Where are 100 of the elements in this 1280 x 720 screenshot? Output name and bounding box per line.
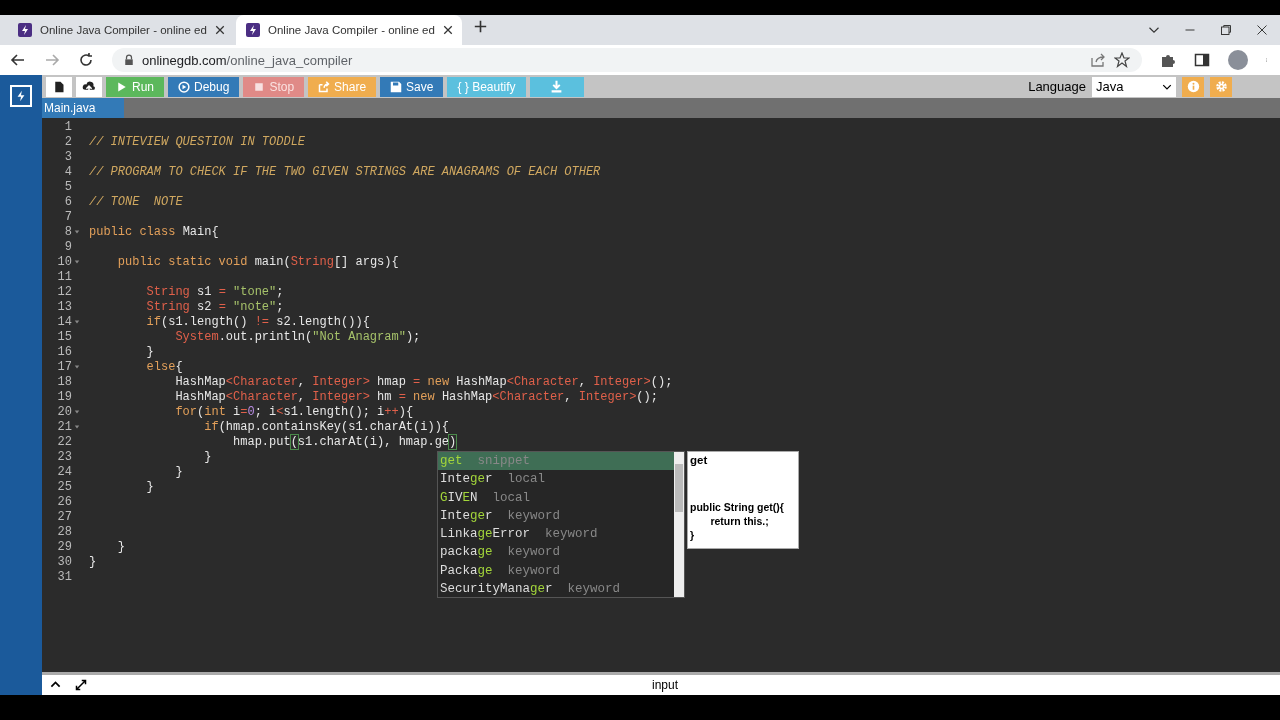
line-number: 28 [56, 525, 72, 540]
line-number: 5 [63, 180, 72, 195]
suggestion-item[interactable]: GIVEN local [438, 488, 674, 507]
code-line: // PROGRAM TO CHECK IF THE TWO GIVEN STRINGS ARE ANAGRAMS OF EACH OTHER [89, 165, 601, 180]
restore-icon[interactable] [1220, 22, 1232, 38]
line-number: 3 [63, 150, 72, 165]
fold-icon[interactable] [74, 229, 80, 235]
suggestion-item[interactable]: Integer keyword [438, 506, 674, 526]
play-icon [116, 80, 128, 93]
line-number: 13 [56, 300, 72, 315]
line-number: 6 [63, 195, 72, 210]
code-line: System.out.println("Not Anagram"); [174, 330, 421, 345]
new-tab-icon[interactable] [474, 19, 487, 33]
file-tab[interactable]: Main.java [42, 98, 124, 118]
address-bar[interactable]: onlinegdb.com/online_java_compiler [112, 48, 1142, 72]
close-icon[interactable] [442, 25, 453, 35]
line-number: 20 [56, 405, 72, 420]
file-icon [53, 79, 65, 94]
line-number: 19 [56, 390, 72, 405]
code-line: } [203, 450, 212, 465]
fold-icon[interactable] [74, 409, 80, 415]
language-select[interactable]: Java [1092, 76, 1176, 97]
line-number: 10 [56, 255, 72, 270]
info-icon [1186, 80, 1200, 93]
avatar[interactable] [1228, 50, 1248, 70]
url-text: onlinegdb.com/online_java_compiler [142, 52, 353, 68]
line-number: 30 [56, 555, 72, 570]
new-file-button[interactable] [46, 76, 72, 97]
suggestion-item[interactable]: SecurityManager keyword [438, 580, 674, 599]
reload-icon[interactable] [78, 52, 94, 68]
code-line: HashMap<Character, Integer> hmap = new HashMap<Character, Integer>(); [174, 375, 673, 390]
fold-icon[interactable] [74, 259, 80, 265]
logo-icon[interactable] [10, 85, 32, 107]
browser-tab[interactable]: Online Java Compiler - online ed [236, 15, 462, 45]
code-line: public static void main(String[] args){ [116, 255, 399, 270]
lightning-icon [246, 23, 260, 37]
chevron-up-icon[interactable] [50, 679, 61, 690]
toolbar-button[interactable]: Debug [168, 76, 240, 97]
code-line: else{ [145, 360, 183, 375]
expand-icon[interactable] [75, 679, 87, 691]
code-line: // INTEVIEW QUESTION IN TODDLE [89, 135, 306, 150]
lightning-icon [18, 23, 32, 37]
toolbar-button[interactable]: Save [380, 76, 444, 97]
line-number: 1 [63, 120, 72, 135]
line-number: 17 [56, 360, 72, 375]
side-panel-icon[interactable] [1194, 52, 1210, 68]
line-number: 25 [56, 480, 72, 495]
scrollbar[interactable] [674, 452, 684, 597]
line-number: 31 [56, 570, 72, 585]
fold-icon[interactable] [74, 424, 80, 430]
suggestion-item[interactable]: package keyword [438, 543, 674, 562]
line-number: 26 [56, 495, 72, 510]
code-line: public class Main{ [89, 225, 219, 240]
settings-icon [1214, 80, 1228, 93]
upload-button[interactable] [76, 76, 102, 97]
code-line: if(s1.length() != s2.length()){ [145, 315, 370, 330]
line-number: 12 [56, 285, 72, 300]
fold-icon[interactable] [74, 364, 80, 370]
back-icon[interactable] [10, 52, 26, 68]
line-number: 14 [56, 315, 72, 330]
suggestion-item[interactable]: Integer local [438, 470, 674, 489]
code-line: } [116, 540, 125, 555]
line-number: 29 [56, 540, 72, 555]
code-line: } [145, 345, 154, 360]
line-number: 18 [56, 375, 72, 390]
language-label: Language [1028, 79, 1086, 94]
debug-icon [178, 80, 190, 93]
line-number: 4 [63, 165, 72, 180]
code-line: } [174, 465, 183, 480]
line-number: 24 [56, 465, 72, 480]
code-line: for(int i=0; i<s1.length(); i++){ [174, 405, 414, 420]
line-number: 27 [56, 510, 72, 525]
share-icon [318, 80, 331, 93]
line-number: 23 [56, 450, 72, 465]
code-line: if(hmap.containsKey(s1.charAt(i)){ [203, 420, 450, 435]
line-number: 11 [56, 270, 72, 285]
code-line: // TONE NOTE [89, 195, 183, 210]
doc-snippet: public String get(){ return this.; } [690, 500, 785, 542]
code-line: String s1 = "tone"; [145, 285, 284, 300]
code-line: } [145, 480, 154, 495]
line-number: 15 [56, 330, 72, 345]
line-number: 22 [56, 435, 72, 450]
star-icon[interactable] [1114, 52, 1130, 68]
line-number: 21 [56, 420, 72, 435]
save-icon [390, 80, 403, 93]
fold-icon[interactable] [74, 319, 80, 325]
suggestion-item[interactable]: LinkageError keyword [438, 525, 674, 544]
share-icon[interactable] [1090, 52, 1106, 68]
stop-icon [253, 80, 266, 93]
code-line: HashMap<Character, Integer> hm = new HashMap<Character, Integer>(); [174, 390, 658, 405]
code-line: hmap.put(s1.charAt(i), hmap.ge) [232, 435, 457, 450]
line-number: 7 [63, 210, 72, 225]
doc-title: get [690, 454, 709, 466]
close-icon[interactable] [214, 25, 225, 35]
line-number: 8 [63, 225, 72, 240]
puzzle-icon[interactable] [1160, 52, 1176, 68]
lock-icon [124, 54, 134, 66]
suggestion-item[interactable]: Package keyword [438, 561, 674, 581]
panel-title: input [651, 678, 679, 692]
browser-tab[interactable]: Online Java Compiler - online ed [8, 15, 234, 45]
